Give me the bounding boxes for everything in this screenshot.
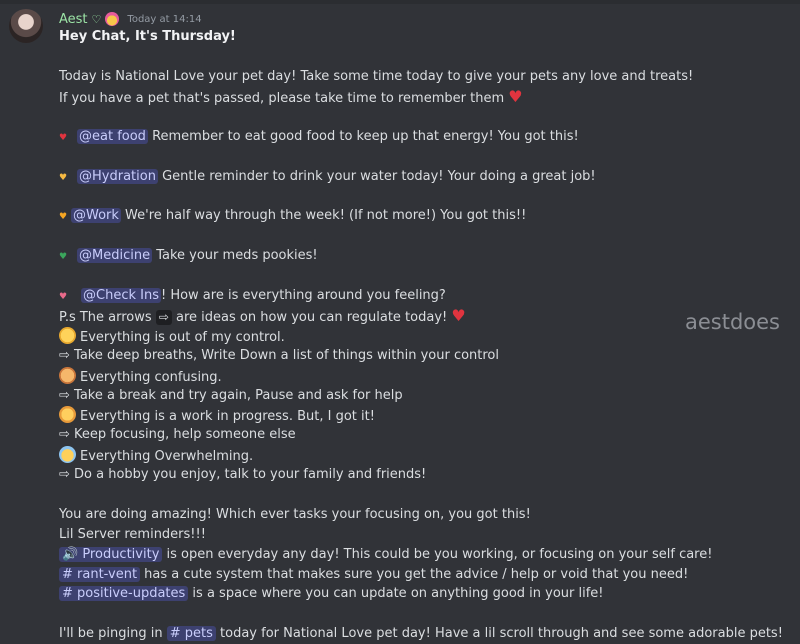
server-reminder-rant-vent: # rant-vent has a cute system that makes… bbox=[59, 566, 688, 584]
message-header: Aest ♡ Today at 14:14 bbox=[59, 10, 202, 28]
red-heart-icon: ♥ bbox=[451, 306, 466, 325]
channel-pets[interactable]: # pets bbox=[166, 626, 216, 641]
role-badge-icon[interactable] bbox=[105, 12, 120, 26]
tip-feeling: Everything is out of my control. bbox=[59, 327, 285, 345]
confused-face-emoji-icon bbox=[59, 367, 76, 384]
username[interactable]: Aest bbox=[59, 12, 88, 27]
tip-feeling: Everything confusing. bbox=[59, 367, 222, 385]
channel-productivity[interactable]: 🔊 Productivity bbox=[59, 547, 163, 562]
outro-line-2: Lil Server reminders!!! bbox=[59, 527, 206, 542]
pin-icon: ♥ bbox=[59, 173, 68, 183]
arrow-code-icon: ⇨ bbox=[155, 310, 172, 325]
hot-face-emoji-icon bbox=[59, 327, 76, 344]
reminder-check-ins: ♥ @Check Ins! How are is everything aroun… bbox=[59, 287, 446, 305]
top-border bbox=[0, 0, 800, 4]
tip-feeling: Everything is a work in progress. But, I… bbox=[59, 406, 375, 424]
pin-icon: ♥ bbox=[59, 252, 68, 262]
pin-icon: ♥ bbox=[59, 133, 68, 143]
channel-positive-updates[interactable]: # positive-updates bbox=[59, 586, 189, 601]
mention-hydration[interactable]: @Hydration bbox=[77, 169, 158, 184]
red-heart-icon: ♥ bbox=[508, 87, 523, 106]
working-face-emoji-icon bbox=[59, 406, 76, 423]
tip-advice: ⇨ Do a hobby you enjoy, talk to your fam… bbox=[59, 467, 427, 482]
ps-line: P.s The arrows ⇨ are ideas on how you ca… bbox=[59, 306, 466, 325]
channel-rant-vent[interactable]: # rant-vent bbox=[59, 567, 141, 582]
user-avatar[interactable] bbox=[9, 9, 43, 43]
intro-line-1: Today is National Love your pet day! Tak… bbox=[59, 69, 694, 84]
pin-icon: ♥ bbox=[59, 292, 68, 302]
mention-work[interactable]: @Work bbox=[71, 208, 121, 223]
mention-check-ins[interactable]: @Check Ins bbox=[81, 288, 161, 303]
reminder-medicine: ♥ @Medicine Take your meds pookies! bbox=[59, 247, 318, 265]
username-heart-icon: ♡ bbox=[91, 12, 102, 26]
crying-face-emoji-icon bbox=[59, 446, 76, 463]
reminder-eat-food: ♥ @eat food Remember to eat good food to … bbox=[59, 128, 579, 146]
reminder-hydration: ♥ @Hydration Gentle reminder to drink you… bbox=[59, 168, 596, 186]
pinging-line: I'll be pinging in # pets today for Nati… bbox=[59, 626, 783, 641]
mention-medicine[interactable]: @Medicine bbox=[77, 248, 153, 263]
tip-advice: ⇨ Take deep breaths, Write Down a list o… bbox=[59, 348, 500, 363]
server-reminder-positive-updates: # positive-updates is a space where you … bbox=[59, 585, 604, 603]
tip-feeling: Everything Overwhelming. bbox=[59, 446, 253, 464]
outro-line-1: You are doing amazing! Which ever tasks … bbox=[59, 507, 531, 522]
pin-icon: ♥ bbox=[59, 212, 68, 222]
tip-advice: ⇨ Take a break and try again, Pause and … bbox=[59, 388, 403, 403]
reminder-work: ♥ @Work We're half way through the week! … bbox=[59, 207, 526, 225]
server-reminder-productivity: 🔊 Productivity is open everyday any day!… bbox=[59, 546, 712, 564]
timestamp[interactable]: Today at 14:14 bbox=[127, 14, 201, 25]
mention-eat-food[interactable]: @eat food bbox=[77, 129, 148, 144]
watermark: aestdoes bbox=[685, 310, 781, 334]
message-title: Hey Chat, It's Thursday! bbox=[59, 29, 236, 44]
tip-advice: ⇨ Keep focusing, help someone else bbox=[59, 427, 296, 442]
intro-line-2: If you have a pet that's passed, please … bbox=[59, 87, 523, 107]
